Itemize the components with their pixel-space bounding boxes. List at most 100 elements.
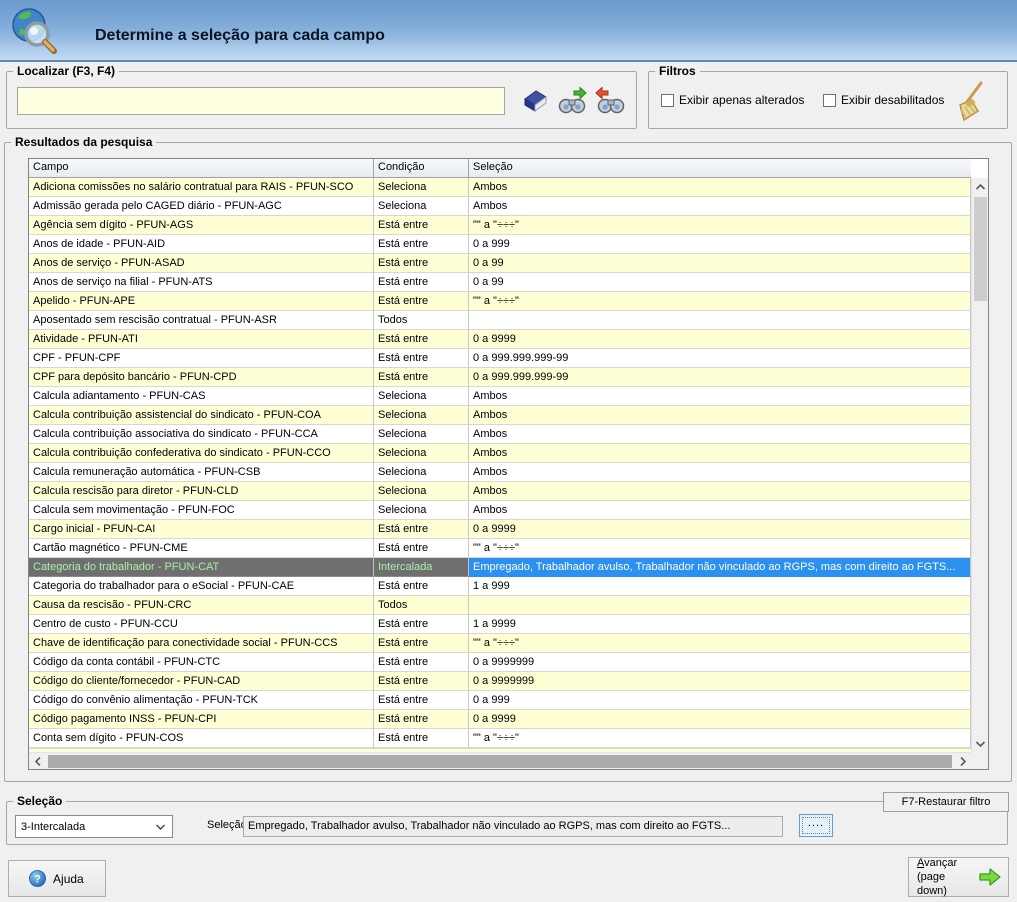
cell-condicao[interactable]: Seleciona bbox=[374, 197, 469, 216]
table-row[interactable]: Código do cliente/fornecedor - PFUN-CAD … bbox=[29, 672, 971, 691]
table-row[interactable]: Centro de custo - PFUN-CCU Está entre 1 … bbox=[29, 615, 971, 634]
cell-condicao[interactable]: Está entre bbox=[374, 577, 469, 596]
checkbox-box[interactable] bbox=[661, 94, 674, 107]
cell-campo[interactable]: Aposentado sem rescisão contratual - PFU… bbox=[29, 311, 374, 330]
table-row[interactable]: Causa da rescisão - PFUN-CRC Todos bbox=[29, 596, 971, 615]
horizontal-scrollbar-thumb[interactable] bbox=[48, 755, 952, 768]
cell-selecao[interactable]: "" a "÷÷÷" bbox=[469, 729, 971, 748]
cell-selecao[interactable]: 0 a 999 bbox=[469, 691, 971, 710]
cell-condicao[interactable]: Está entre bbox=[374, 235, 469, 254]
find-next-icon[interactable] bbox=[556, 86, 588, 116]
cell-selecao[interactable]: Ambos bbox=[469, 501, 971, 520]
table-row[interactable]: CPF para depósito bancário - PFUN-CPD Es… bbox=[29, 368, 971, 387]
table-row[interactable]: Código da conta contábil - PFUN-CTC Está… bbox=[29, 653, 971, 672]
cell-campo[interactable]: Cartão magnético - PFUN-CME bbox=[29, 539, 374, 558]
table-row[interactable]: Apelido - PFUN-APE Está entre "" a "÷÷÷" bbox=[29, 292, 971, 311]
scroll-up-icon[interactable] bbox=[972, 178, 989, 195]
table-row[interactable]: Atividade - PFUN-ATI Está entre 0 a 9999 bbox=[29, 330, 971, 349]
cell-selecao[interactable]: Ambos bbox=[469, 178, 971, 197]
cell-selecao[interactable]: 0 a 9999999 bbox=[469, 653, 971, 672]
next-button[interactable]: Avançar (page down) bbox=[908, 857, 1009, 897]
search-input[interactable] bbox=[17, 87, 505, 115]
cell-condicao[interactable]: Seleciona bbox=[374, 406, 469, 425]
cell-campo[interactable]: Categoria do trabalhador - PFUN-CAT bbox=[29, 558, 374, 577]
selecao-field-value[interactable]: Empregado, Trabalhador avulso, Trabalhad… bbox=[243, 816, 783, 837]
cell-campo[interactable]: Causa da rescisão - PFUN-CRC bbox=[29, 596, 374, 615]
cell-condicao[interactable]: Está entre bbox=[374, 368, 469, 387]
condition-dropdown[interactable]: 3-Intercalada bbox=[15, 815, 173, 838]
cell-campo[interactable]: Calcula adiantamento - PFUN-CAS bbox=[29, 387, 374, 406]
cell-campo[interactable]: Anos de idade - PFUN-AID bbox=[29, 235, 374, 254]
cell-selecao[interactable]: 0 a 99 bbox=[469, 254, 971, 273]
cell-campo[interactable]: Calcula rescisão para diretor - PFUN-CLD bbox=[29, 482, 374, 501]
cell-condicao[interactable]: Está entre bbox=[374, 691, 469, 710]
table-row[interactable]: CPF - PFUN-CPF Está entre 0 a 999.999.99… bbox=[29, 349, 971, 368]
cell-selecao[interactable]: 0 a 9999 bbox=[469, 520, 971, 539]
scroll-left-icon[interactable] bbox=[29, 753, 46, 770]
cell-condicao[interactable]: Seleciona bbox=[374, 444, 469, 463]
cell-condicao[interactable]: Está entre bbox=[374, 634, 469, 653]
cell-campo[interactable]: Atividade - PFUN-ATI bbox=[29, 330, 374, 349]
cell-selecao[interactable]: 0 a 999.999.999-99 bbox=[469, 368, 971, 387]
cell-selecao[interactable]: 0 a 9999 bbox=[469, 710, 971, 729]
cell-campo[interactable]: Agência sem dígito - PFUN-AGS bbox=[29, 216, 374, 235]
cell-campo[interactable]: CPF para depósito bancário - PFUN-CPD bbox=[29, 368, 374, 387]
cell-campo[interactable]: Calcula sem movimentação - PFUN-FOC bbox=[29, 501, 374, 520]
cell-condicao[interactable]: Seleciona bbox=[374, 463, 469, 482]
cell-campo[interactable]: Categoria do trabalhador para o eSocial … bbox=[29, 577, 374, 596]
cell-selecao[interactable]: Ambos bbox=[469, 425, 971, 444]
cell-selecao[interactable]: Ambos bbox=[469, 387, 971, 406]
cell-campo[interactable]: CPF - PFUN-CPF bbox=[29, 349, 374, 368]
cell-selecao[interactable]: Ambos bbox=[469, 444, 971, 463]
cell-selecao[interactable]: 0 a 999.999.999-99 bbox=[469, 349, 971, 368]
help-button[interactable]: ? Ajuda bbox=[8, 860, 106, 897]
table-row[interactable]: Aposentado sem rescisão contratual - PFU… bbox=[29, 311, 971, 330]
cell-selecao[interactable]: 0 a 9999999 bbox=[469, 672, 971, 691]
cell-selecao[interactable]: Ambos bbox=[469, 197, 971, 216]
eraser-icon[interactable] bbox=[519, 86, 551, 116]
table-row[interactable]: Adiciona comissões no salário contratual… bbox=[29, 178, 971, 197]
table-row[interactable]: Cargo inicial - PFUN-CAI Está entre 0 a … bbox=[29, 520, 971, 539]
cell-selecao[interactable]: Ambos bbox=[469, 406, 971, 425]
cell-condicao[interactable]: Está entre bbox=[374, 520, 469, 539]
cell-selecao[interactable]: Empregado, Trabalhador avulso, Trabalhad… bbox=[469, 558, 971, 577]
cell-campo[interactable]: Conta sem dígito - PFUN-COS bbox=[29, 729, 374, 748]
cell-selecao[interactable]: "" a "÷÷÷" bbox=[469, 292, 971, 311]
vertical-scrollbar[interactable] bbox=[971, 178, 988, 752]
table-row[interactable]: Calcula rescisão para diretor - PFUN-CLD… bbox=[29, 482, 971, 501]
table-row[interactable]: Anos de serviço na filial - PFUN-ATS Est… bbox=[29, 273, 971, 292]
cell-condicao[interactable]: Seleciona bbox=[374, 425, 469, 444]
cell-selecao[interactable]: 1 a 9999 bbox=[469, 615, 971, 634]
cell-condicao[interactable]: Está entre bbox=[374, 216, 469, 235]
cell-campo[interactable]: Cargo inicial - PFUN-CAI bbox=[29, 520, 374, 539]
horizontal-scrollbar[interactable] bbox=[29, 752, 971, 769]
table-row[interactable]: Anos de serviço - PFUN-ASAD Está entre 0… bbox=[29, 254, 971, 273]
cell-condicao[interactable]: Seleciona bbox=[374, 501, 469, 520]
cell-selecao[interactable]: 1 a 999 bbox=[469, 577, 971, 596]
checkbox-exibir-apenas-alterados[interactable]: Exibir apenas alterados bbox=[661, 93, 804, 107]
cell-campo[interactable]: Código pagamento INSS - PFUN-CPI bbox=[29, 710, 374, 729]
scroll-right-icon[interactable] bbox=[954, 753, 971, 770]
table-row[interactable]: Categoria do trabalhador para o eSocial … bbox=[29, 577, 971, 596]
cell-condicao[interactable]: Está entre bbox=[374, 672, 469, 691]
cell-condicao[interactable]: Todos bbox=[374, 311, 469, 330]
table-row[interactable]: Código pagamento INSS - PFUN-CPI Está en… bbox=[29, 710, 971, 729]
find-previous-icon[interactable] bbox=[594, 86, 626, 116]
cell-campo[interactable]: Adiciona comissões no salário contratual… bbox=[29, 178, 374, 197]
cell-condicao[interactable]: Está entre bbox=[374, 615, 469, 634]
cell-selecao[interactable]: "" a "÷÷÷" bbox=[469, 634, 971, 653]
table-row[interactable]: Agência sem dígito - PFUN-AGS Está entre… bbox=[29, 216, 971, 235]
cell-selecao[interactable]: "" a "÷÷÷" bbox=[469, 539, 971, 558]
cell-condicao[interactable]: Está entre bbox=[374, 273, 469, 292]
cell-selecao[interactable]: 0 a 99 bbox=[469, 273, 971, 292]
cell-condicao[interactable]: Seleciona bbox=[374, 178, 469, 197]
restore-filter-button[interactable]: F7-Restaurar filtro bbox=[883, 792, 1009, 812]
cell-campo[interactable]: Calcula contribuição associativa do sind… bbox=[29, 425, 374, 444]
cell-condicao[interactable]: Está entre bbox=[374, 539, 469, 558]
checkbox-box[interactable] bbox=[823, 94, 836, 107]
broom-icon[interactable] bbox=[951, 80, 987, 124]
cell-campo[interactable]: Chave de identificação para conectividad… bbox=[29, 634, 374, 653]
table-row[interactable]: Admissão gerada pelo CAGED diário - PFUN… bbox=[29, 197, 971, 216]
table-row[interactable]: Conta sem dígito - PFUN-COS Está entre "… bbox=[29, 729, 971, 748]
table-row[interactable]: Calcula adiantamento - PFUN-CAS Selecion… bbox=[29, 387, 971, 406]
